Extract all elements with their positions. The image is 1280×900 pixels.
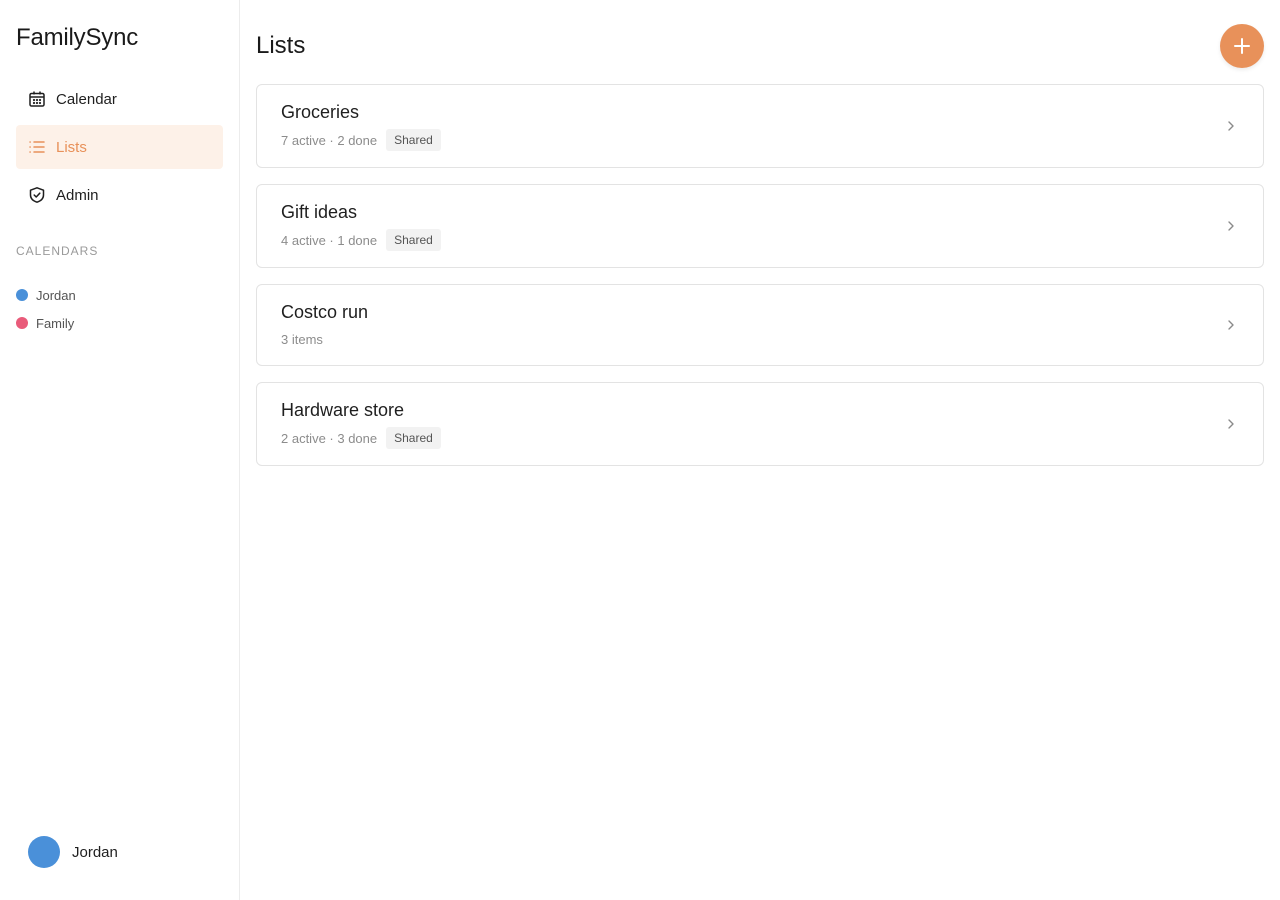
list-meta: 7 active · 2 done Shared xyxy=(281,129,1239,151)
app-name: FamilySync xyxy=(16,24,139,51)
page-title: Lists xyxy=(256,32,306,59)
calendar-list: Jordan Family xyxy=(16,281,76,337)
shared-badge: Shared xyxy=(386,129,441,151)
calendar-item-family[interactable]: Family xyxy=(16,309,76,337)
chevron-right-icon xyxy=(1225,220,1237,232)
main-content: Lists Groceries 7 active · 2 done Shared… xyxy=(256,0,1264,900)
list-card-groceries[interactable]: Groceries 7 active · 2 done Shared xyxy=(256,84,1264,168)
list-title: Gift ideas xyxy=(281,202,358,222)
calendar-name: Family xyxy=(36,315,75,331)
list-counts: 2 active · 3 done xyxy=(281,430,378,446)
shared-badge: Shared xyxy=(386,229,441,251)
avatar xyxy=(28,836,60,868)
nav-label-admin: Admin xyxy=(56,186,99,204)
nav-item-admin[interactable]: Admin xyxy=(16,173,223,217)
calendar-icon xyxy=(28,90,46,108)
calendars-section-label: CALENDARS xyxy=(16,244,99,258)
user-name: Jordan xyxy=(72,843,118,861)
list-title: Hardware store xyxy=(281,400,405,420)
chevron-right-icon xyxy=(1225,418,1237,430)
user-profile[interactable]: Jordan xyxy=(28,836,118,868)
plus-icon xyxy=(1233,37,1251,55)
chevron-right-icon xyxy=(1225,120,1237,132)
list-meta: 2 active · 3 done Shared xyxy=(281,427,1239,449)
list-icon xyxy=(28,138,46,156)
sidebar: FamilySync Calendar Lists Admin CALENDAR… xyxy=(0,0,240,900)
list-counts: 7 active · 2 done xyxy=(281,132,378,148)
list-title: Costco run xyxy=(281,302,369,322)
list-card-costco-run[interactable]: Costco run 3 items xyxy=(256,284,1264,366)
main-nav: Calendar Lists Admin xyxy=(16,77,223,221)
list-cards: Groceries 7 active · 2 done Shared Gift … xyxy=(256,84,1264,482)
add-list-button[interactable] xyxy=(1220,24,1264,68)
list-meta: 3 items xyxy=(281,329,1239,349)
nav-label-lists: Lists xyxy=(56,138,87,156)
calendar-item-jordan[interactable]: Jordan xyxy=(16,281,76,309)
list-card-gift-ideas[interactable]: Gift ideas 4 active · 1 done Shared xyxy=(256,184,1264,268)
shared-badge: Shared xyxy=(386,427,441,449)
chevron-right-icon xyxy=(1225,319,1237,331)
nav-item-lists[interactable]: Lists xyxy=(16,125,223,169)
shield-icon xyxy=(28,186,46,204)
list-counts: 3 items xyxy=(281,331,323,347)
list-card-hardware-store[interactable]: Hardware store 2 active · 3 done Shared xyxy=(256,382,1264,466)
list-title: Groceries xyxy=(281,102,360,122)
calendar-color-dot xyxy=(16,317,28,329)
nav-label-calendar: Calendar xyxy=(56,90,117,108)
calendar-name: Jordan xyxy=(36,287,76,303)
nav-item-calendar[interactable]: Calendar xyxy=(16,77,223,121)
list-counts: 4 active · 1 done xyxy=(281,232,378,248)
list-meta: 4 active · 1 done Shared xyxy=(281,229,1239,251)
calendar-color-dot xyxy=(16,289,28,301)
